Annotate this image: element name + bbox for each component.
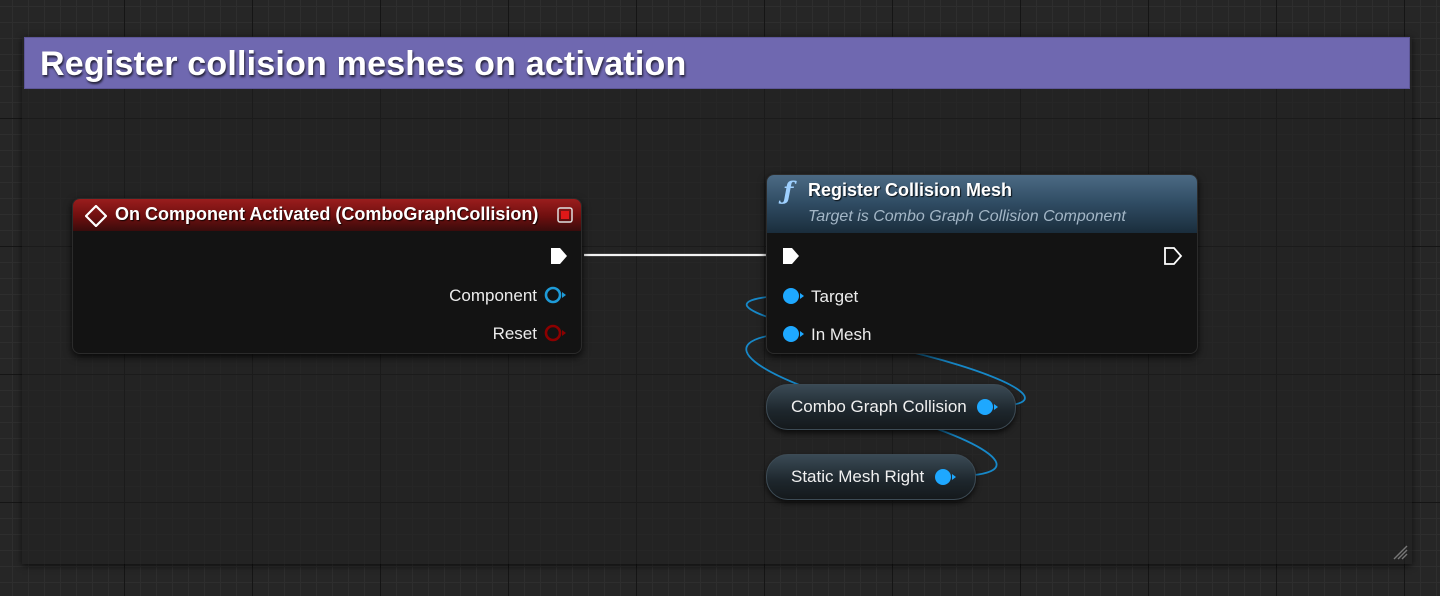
event-node-title: On Component Activated (ComboGraphCollis… <box>115 204 539 224</box>
delegate-pin-icon[interactable] <box>557 207 573 223</box>
function-node[interactable]: ƒ Register Collision Mesh Target is Comb… <box>766 174 1198 354</box>
event-node[interactable]: On Component Activated (ComboGraphCollis… <box>72 198 582 354</box>
exec-in-pin-icon[interactable] <box>781 246 801 266</box>
variable-output-pin-icon[interactable] <box>975 397 999 417</box>
component-pin-icon[interactable] <box>543 285 567 305</box>
variable-label: Static Mesh Right <box>791 467 925 486</box>
reset-pin-icon[interactable] <box>543 323 567 343</box>
event-diamond-icon <box>85 205 107 227</box>
pin-label-reset: Reset <box>492 324 537 343</box>
event-node-header[interactable]: On Component Activated (ComboGraphCollis… <box>73 199 581 231</box>
pin-label-in-mesh: In Mesh <box>811 325 872 344</box>
variable-node-static-mesh-right[interactable]: Static Mesh Right <box>766 454 976 500</box>
pin-label-target: Target <box>811 287 859 306</box>
exec-out-pin-icon[interactable] <box>549 246 569 266</box>
function-node-title: Register Collision Mesh <box>808 180 1013 200</box>
exec-out-pin-icon[interactable] <box>1163 246 1183 266</box>
pin-label-component: Component <box>449 286 537 305</box>
target-pin-icon[interactable] <box>781 286 805 306</box>
variable-node-combo-graph-collision[interactable]: Combo Graph Collision <box>766 384 1016 430</box>
variable-label: Combo Graph Collision <box>791 397 967 416</box>
function-node-subtitle: Target is Combo Graph Collision Componen… <box>808 208 1126 225</box>
function-icon: ƒ <box>783 176 794 205</box>
variable-output-pin-icon[interactable] <box>933 467 957 487</box>
in-mesh-pin-icon[interactable] <box>781 324 805 344</box>
function-node-header[interactable]: ƒ Register Collision Mesh Target is Comb… <box>767 175 1197 233</box>
